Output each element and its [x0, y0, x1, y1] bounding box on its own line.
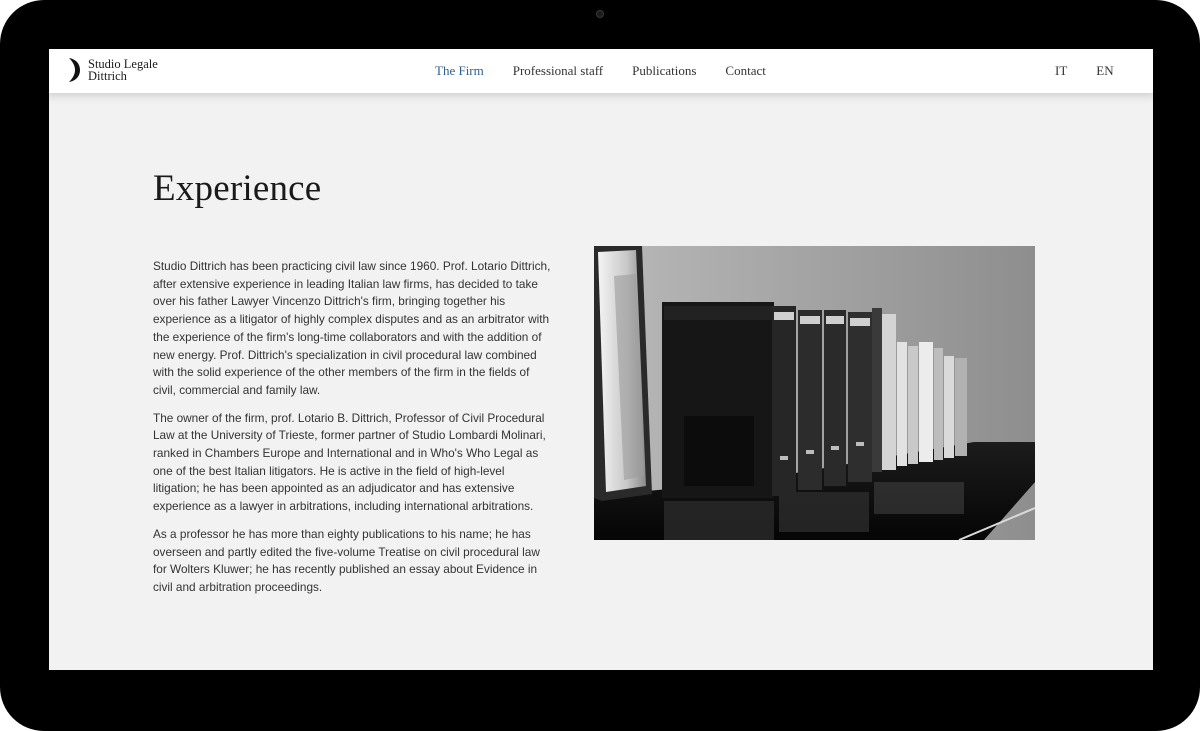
paragraph-publications: As a professor he has more than eighty p… [153, 526, 540, 594]
logo-line-2: Dittrich [88, 69, 127, 83]
language-en[interactable]: EN [1096, 63, 1113, 79]
logo-swoosh-icon [69, 58, 80, 82]
nav-item-the-firm[interactable]: The Firm [435, 63, 484, 79]
nav-item-publications[interactable]: Publications [632, 63, 696, 79]
header-shadow [49, 93, 1153, 105]
experience-text: Studio Dittrich has been practicing civi… [153, 258, 553, 607]
browser-viewport: Studio Legale Dittrich The Firm Professi… [49, 49, 1153, 670]
law-books-image [594, 246, 1035, 540]
nav-item-contact[interactable]: Contact [725, 63, 765, 79]
law-books-photo [594, 246, 1035, 540]
tablet-frame: Studio Legale Dittrich The Firm Professi… [0, 0, 1200, 731]
logo-wordmark: Studio Legale Dittrich [88, 58, 158, 83]
page-title: Experience [153, 168, 322, 209]
language-it[interactable]: IT [1055, 63, 1067, 79]
site-logo[interactable]: Studio Legale Dittrich [67, 57, 158, 83]
main-nav: The Firm Professional staff Publications… [435, 63, 766, 79]
site-header: Studio Legale Dittrich The Firm Professi… [49, 49, 1153, 93]
language-switcher: IT EN [1055, 63, 1114, 79]
camera-dot [596, 10, 604, 18]
nav-item-professional-staff[interactable]: Professional staff [513, 63, 603, 79]
paragraph-owner: The owner of the firm, prof. Lotario B. … [153, 410, 546, 514]
paragraph-history: Studio Dittrich has been practicing civi… [153, 259, 551, 397]
